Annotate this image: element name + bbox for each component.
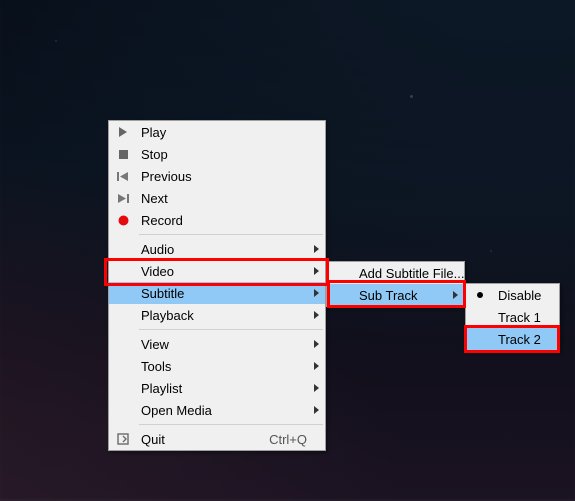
- menu-item-video[interactable]: Video: [109, 260, 325, 282]
- quit-icon: [114, 432, 132, 446]
- submenu-arrow-icon: [453, 291, 458, 299]
- menu-item-label: Play: [141, 125, 307, 140]
- menu-item-label: Stop: [141, 147, 307, 162]
- menu-item-shortcut: Ctrl+Q: [245, 432, 307, 447]
- menu-item-stop[interactable]: Stop: [109, 143, 325, 165]
- menu-item-playback[interactable]: Playback: [109, 304, 325, 326]
- bg-speck: [410, 95, 413, 98]
- submenu-arrow-icon: [314, 311, 319, 319]
- context-menu-sub-track: Disable Track 1 Track 2: [465, 283, 560, 351]
- menu-item-next[interactable]: Next: [109, 187, 325, 209]
- stop-icon: [114, 147, 132, 161]
- menu-item-label: Audio: [141, 242, 307, 257]
- menu-separator: [139, 234, 323, 235]
- menu-item-label: Quit: [141, 432, 245, 447]
- submenu-arrow-icon: [314, 267, 319, 275]
- context-menu-subtitle: Add Subtitle File... Sub Track: [326, 261, 465, 307]
- next-icon: [114, 191, 132, 205]
- submenu-arrow-icon: [314, 289, 319, 297]
- submenu-arrow-icon: [314, 362, 319, 370]
- menu-separator: [139, 424, 323, 425]
- record-icon: [114, 213, 132, 227]
- menu-item-previous[interactable]: Previous: [109, 165, 325, 187]
- bg-speck: [55, 40, 57, 42]
- menu-item-label: Playlist: [141, 381, 307, 396]
- menu-item-subtrack-disable[interactable]: Disable: [466, 284, 559, 306]
- menu-item-subtrack-track2[interactable]: Track 2: [466, 328, 559, 350]
- menu-item-play[interactable]: Play: [109, 121, 325, 143]
- menu-item-audio[interactable]: Audio: [109, 238, 325, 260]
- menu-item-quit[interactable]: Quit Ctrl+Q: [109, 428, 325, 450]
- menu-item-label: Next: [141, 191, 307, 206]
- menu-item-label: Track 1: [498, 310, 541, 325]
- submenu-arrow-icon: [314, 340, 319, 348]
- menu-item-label: Video: [141, 264, 307, 279]
- menu-item-open-media[interactable]: Open Media: [109, 399, 325, 421]
- menu-item-tools[interactable]: Tools: [109, 355, 325, 377]
- menu-item-label: Sub Track: [359, 288, 446, 303]
- menu-item-label: Track 2: [498, 332, 541, 347]
- menu-item-label: Subtitle: [141, 286, 307, 301]
- menu-item-label: Previous: [141, 169, 307, 184]
- menu-item-view[interactable]: View: [109, 333, 325, 355]
- menu-item-playlist[interactable]: Playlist: [109, 377, 325, 399]
- menu-item-add-subtitle-file[interactable]: Add Subtitle File...: [327, 262, 464, 284]
- menu-item-record[interactable]: Record: [109, 209, 325, 231]
- radio-selected-icon: [471, 288, 489, 302]
- bg-speck: [490, 250, 492, 252]
- submenu-arrow-icon: [314, 245, 319, 253]
- menu-item-label: Open Media: [141, 403, 307, 418]
- menu-item-label: Disable: [498, 288, 541, 303]
- previous-icon: [114, 169, 132, 183]
- menu-item-label: Record: [141, 213, 307, 228]
- submenu-arrow-icon: [314, 384, 319, 392]
- menu-separator: [139, 329, 323, 330]
- menu-item-label: Playback: [141, 308, 307, 323]
- menu-item-sub-track[interactable]: Sub Track: [327, 284, 464, 306]
- context-menu-main: Play Stop Previous Next Record: [108, 120, 326, 451]
- menu-item-label: Tools: [141, 359, 307, 374]
- menu-item-subtitle[interactable]: Subtitle: [109, 282, 325, 304]
- menu-item-subtrack-track1[interactable]: Track 1: [466, 306, 559, 328]
- menu-item-label: View: [141, 337, 307, 352]
- submenu-arrow-icon: [314, 406, 319, 414]
- menu-item-label: Add Subtitle File...: [359, 266, 465, 281]
- play-icon: [114, 125, 132, 139]
